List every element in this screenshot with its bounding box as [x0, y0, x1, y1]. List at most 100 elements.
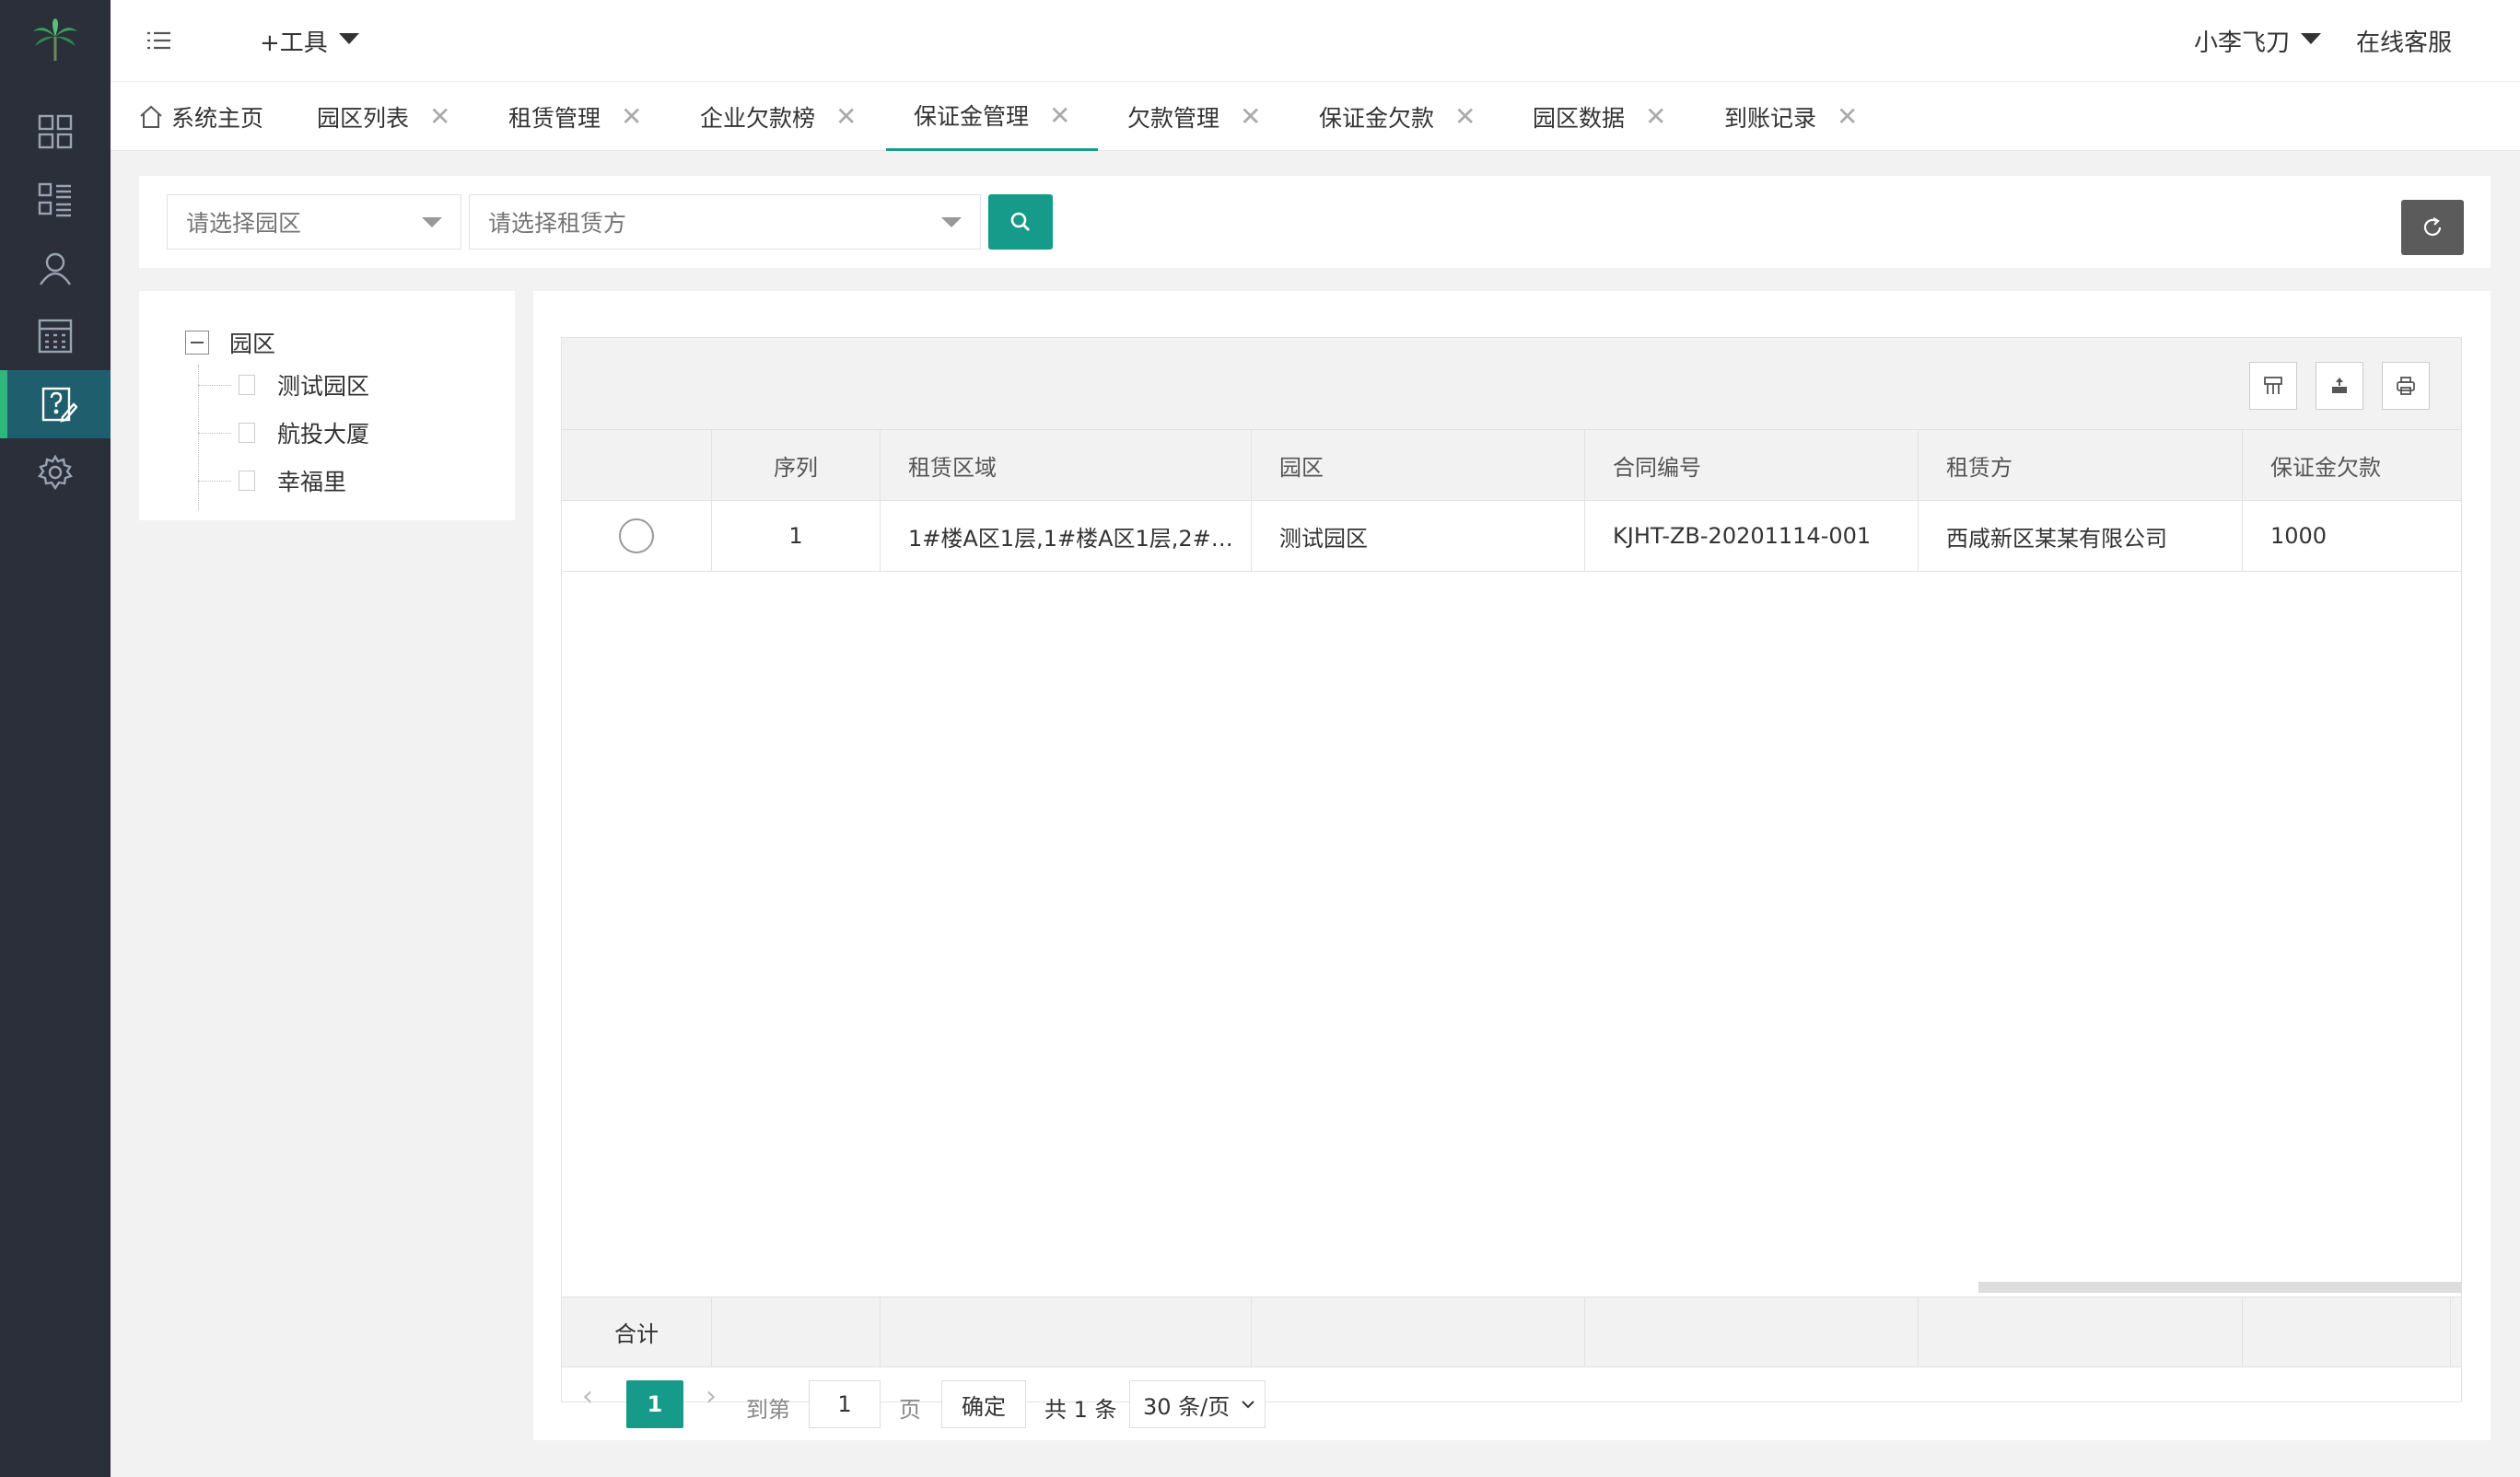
tab-label: 保证金管理 [914, 103, 1030, 130]
sidebar-item-deposit[interactable] [0, 370, 111, 438]
refresh-icon [2423, 217, 2442, 236]
table-header: 序列 租赁区域 园区 合同编号 租赁方 保证金欠款 [562, 430, 2461, 501]
close-icon[interactable]: ✕ [1645, 101, 1666, 132]
tab-deposit[interactable]: 保证金管理 ✕ [886, 82, 1099, 151]
export-button[interactable] [2316, 362, 2363, 410]
calculator-icon [38, 319, 73, 354]
goto-page-input[interactable]: 1 [809, 1380, 881, 1428]
table-footer: 合计 [562, 1297, 2461, 1367]
lessee-select[interactable]: 请选择租赁方 [469, 194, 981, 250]
close-icon[interactable]: ✕ [621, 101, 642, 132]
caret-down-icon [422, 217, 442, 227]
tab-arrival-records[interactable]: 到账记录 ✕ [1724, 82, 1858, 151]
close-icon[interactable]: ✕ [1837, 101, 1858, 132]
row-radio[interactable] [619, 518, 654, 553]
page-current[interactable]: 1 [626, 1380, 683, 1428]
close-icon[interactable]: ✕ [1049, 100, 1070, 131]
tools-label: +工具 [260, 29, 328, 57]
tab-label: 园区列表 [317, 104, 410, 132]
tab-label: 保证金欠款 [1319, 104, 1435, 132]
horizontal-scrollbar[interactable] [1978, 1282, 2461, 1293]
tree-node[interactable]: 幸福里 [198, 464, 346, 497]
sidebar [0, 0, 111, 1477]
tab-lease[interactable]: 租赁管理 ✕ [508, 82, 642, 151]
table-row[interactable]: 1 1#楼A区1层,1#楼A区1层,2#… 测试园区 KJHT-ZB-20201… [562, 501, 2461, 572]
user-name: 小李飞刀 [2194, 29, 2291, 57]
user-menu[interactable]: 小李飞刀 [2194, 24, 2322, 58]
header-cell[interactable]: 租赁方 [1919, 430, 2243, 500]
file-icon [239, 423, 255, 443]
help-edit-icon [41, 387, 77, 423]
page-size-select[interactable]: 30 条/页 [1129, 1380, 1266, 1428]
close-icon[interactable]: ✕ [1454, 101, 1476, 132]
columns-icon [2264, 377, 2282, 394]
cell-contract: KJHT-ZB-20201114-001 [1585, 501, 1919, 571]
palm-logo-icon[interactable] [0, 0, 111, 81]
tree-node[interactable]: 航投大厦 [198, 416, 369, 449]
dashboard-icon [38, 114, 73, 149]
close-icon[interactable]: ✕ [1240, 101, 1261, 132]
tab-debt[interactable]: 欠款管理 ✕ [1127, 82, 1261, 151]
search-panel: 请选择园区 请选择租赁方 [139, 176, 2491, 268]
tab-label: 企业欠款榜 [700, 104, 816, 132]
park-select-placeholder: 请选择园区 [186, 210, 302, 237]
tree-root[interactable]: 园区 [185, 326, 275, 359]
deposit-table-card: 序列 租赁区域 园区 合同编号 租赁方 保证金欠款 1 1#楼A区1层,1#楼A… [533, 291, 2491, 1440]
next-page-icon[interactable]: › [706, 1380, 717, 1413]
header-cell[interactable]: 合同编号 [1585, 430, 1919, 500]
menu-toggle-icon[interactable] [144, 26, 173, 55]
page-size-value: 30 条/页 [1143, 1393, 1231, 1420]
cell-area: 1#楼A区1层,1#楼A区1层,2#… [881, 501, 1252, 571]
row-select-cell [562, 501, 712, 571]
close-icon[interactable]: ✕ [835, 101, 857, 132]
sidebar-item-dashboard[interactable] [0, 98, 111, 166]
tab-debt-rank[interactable]: 企业欠款榜 ✕ [700, 82, 857, 151]
export-icon [2332, 378, 2347, 393]
sidebar-item-user[interactable] [0, 234, 111, 302]
file-icon [239, 471, 255, 491]
tab-label: 欠款管理 [1127, 104, 1220, 132]
tree-node-label: 测试园区 [277, 373, 370, 400]
tab-park-list[interactable]: 园区列表 ✕ [317, 82, 450, 151]
tree-root-label: 园区 [229, 331, 276, 357]
cell-deposit: 1000 [2270, 523, 2328, 549]
chevron-down-icon [1242, 1401, 1254, 1409]
list-icon [38, 182, 71, 217]
header-cell[interactable]: 序列 [712, 430, 881, 500]
sidebar-item-calculator[interactable] [0, 302, 111, 370]
pagination: ‹ 1 › 到第 1 页 确定 共 1 条 30 条/页 [562, 1367, 2461, 1428]
caret-down-icon [2301, 32, 2322, 44]
sidebar-item-list[interactable] [0, 166, 111, 234]
sidebar-item-settings[interactable] [0, 438, 111, 506]
tools-dropdown[interactable]: +工具 [260, 24, 359, 58]
search-icon [1010, 212, 1030, 231]
user-icon [40, 252, 71, 285]
header-cell[interactable]: 租赁区域 [881, 430, 1252, 500]
close-icon[interactable]: ✕ [429, 101, 450, 132]
search-button[interactable] [988, 194, 1053, 250]
home-icon [140, 105, 162, 128]
file-icon [239, 375, 255, 395]
tab-park-data[interactable]: 园区数据 ✕ [1533, 82, 1666, 151]
online-service-link[interactable]: 在线客服 [2356, 24, 2452, 58]
cell-index: 1 [712, 501, 881, 571]
columns-button[interactable] [2249, 362, 2297, 410]
refresh-button[interactable] [2401, 200, 2464, 255]
tab-home[interactable]: 系统主页 [138, 82, 263, 151]
data-grid: 序列 租赁区域 园区 合同编号 租赁方 保证金欠款 1 1#楼A区1层,1#楼A… [561, 337, 2462, 1428]
header-cell-select [562, 430, 712, 500]
tab-deposit-debt[interactable]: 保证金欠款 ✕ [1319, 82, 1476, 151]
caret-down-icon [338, 32, 359, 44]
prev-page-icon[interactable]: ‹ [582, 1380, 593, 1413]
header-cell[interactable]: 保证金欠款 [2243, 430, 2461, 500]
park-tree: 园区 测试园区 航投大厦 幸福里 [139, 291, 515, 520]
header-cell[interactable]: 园区 [1252, 430, 1585, 500]
goto-confirm-button[interactable]: 确定 [941, 1380, 1026, 1428]
table-toolbar [562, 338, 2461, 430]
park-select[interactable]: 请选择园区 [167, 194, 461, 250]
print-button[interactable] [2382, 362, 2430, 410]
collapse-icon[interactable] [185, 331, 209, 355]
cell-lessee: 西咸新区某某有限公司 [1919, 501, 2243, 571]
tree-node[interactable]: 测试园区 [198, 368, 369, 401]
footer-total-label: 合计 [562, 1297, 712, 1367]
